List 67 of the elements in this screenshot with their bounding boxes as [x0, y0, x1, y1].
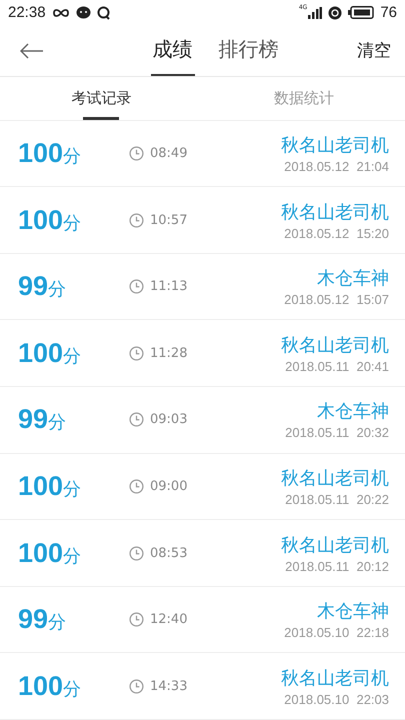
driver-name: 木仓车神 [317, 600, 389, 624]
battery-level: 76 [380, 4, 397, 22]
score-unit: 分 [48, 278, 66, 302]
score-value: 100 [18, 204, 64, 236]
score-unit: 分 [63, 144, 82, 168]
duration-text: 09:00 [150, 478, 188, 494]
clock-icon [129, 412, 144, 428]
header-tab[interactable]: 成绩 [150, 25, 194, 76]
driver-name: 秋名山老司机 [281, 666, 389, 690]
status-time: 22:38 [8, 4, 46, 22]
driver-name: 木仓车神 [317, 267, 389, 290]
driver-name: 秋名山老司机 [281, 134, 389, 157]
score-unit: 分 [63, 344, 82, 368]
score-value: 99 [18, 271, 48, 302]
record-date: 2018.05.12 15:20 [284, 226, 389, 241]
record-date: 2018.05.11 20:22 [285, 492, 389, 507]
record-date: 2018.05.11 20:32 [285, 425, 389, 440]
record-date: 2018.05.12 15:07 [284, 292, 389, 308]
duration-text: 08:53 [150, 546, 188, 561]
clock-icon [129, 612, 144, 628]
chat-icon [76, 6, 91, 20]
clock-icon [129, 678, 144, 694]
score-unit: 分 [48, 411, 66, 434]
clock-icon [129, 546, 144, 561]
record-date: 2018.05.11 20:41 [285, 358, 389, 374]
score-value: 100 [18, 670, 64, 702]
sub-tab[interactable]: 考试记录 [71, 76, 132, 120]
clock-icon [129, 279, 144, 294]
record-date: 2018.05.10 22:18 [284, 625, 389, 640]
clear-button[interactable]: 清空 [357, 39, 391, 62]
signal-icon [308, 6, 322, 19]
clock-icon [129, 146, 144, 161]
driver-name: 秋名山老司机 [281, 334, 389, 357]
score-value: 100 [18, 338, 64, 369]
ring-icon [96, 6, 110, 20]
back-arrow-icon[interactable] [20, 42, 44, 59]
driver-name: 秋名山老司机 [281, 466, 389, 490]
infinity-icon [52, 8, 70, 18]
score-unit: 分 [63, 544, 82, 568]
duration-text: 11:13 [150, 279, 188, 294]
app-icon [328, 6, 342, 20]
driver-name: 秋名山老司机 [281, 200, 389, 224]
score-unit: 分 [63, 212, 82, 235]
score-unit: 分 [63, 678, 82, 701]
header-tab[interactable]: 排行榜 [216, 25, 280, 76]
score-value: 100 [18, 138, 64, 169]
battery-icon [348, 6, 374, 20]
duration-text: 10:57 [150, 212, 188, 228]
duration-text: 14:33 [150, 678, 188, 694]
clock-icon [129, 212, 144, 228]
record-date: 2018.05.12 21:04 [284, 158, 389, 174]
clock-icon [129, 346, 144, 361]
duration-text: 08:49 [150, 146, 188, 161]
score-value: 100 [18, 470, 64, 502]
duration-text: 11:28 [150, 346, 188, 361]
score-value: 99 [18, 604, 48, 636]
driver-name: 木仓车神 [317, 400, 389, 424]
record-date: 2018.05.11 20:12 [285, 558, 389, 574]
score-unit: 分 [48, 611, 66, 634]
driver-name: 秋名山老司机 [281, 534, 389, 557]
clock-icon [129, 478, 144, 494]
duration-text: 12:40 [150, 612, 188, 628]
duration-text: 09:03 [150, 412, 188, 428]
score-value: 100 [18, 538, 64, 569]
score-value: 99 [18, 404, 48, 436]
record-date: 2018.05.10 22:03 [284, 692, 389, 707]
score-unit: 分 [63, 478, 82, 501]
